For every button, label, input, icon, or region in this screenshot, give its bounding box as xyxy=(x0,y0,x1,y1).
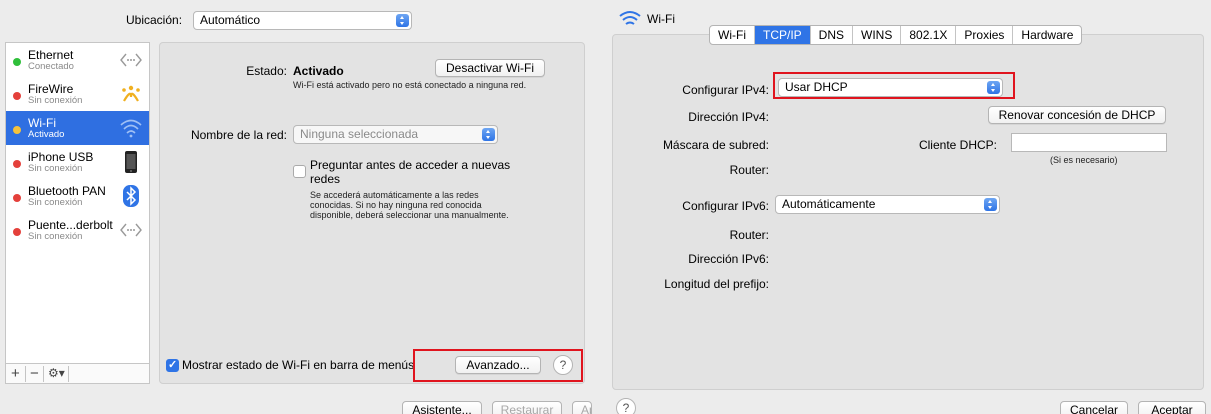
service-item-bluetooth-pan[interactable]: Bluetooth PAN Sin conexión xyxy=(6,179,149,213)
divider xyxy=(43,366,44,382)
divider xyxy=(25,366,26,382)
add-service-button[interactable]: + xyxy=(11,365,20,382)
service-name: Ethernet xyxy=(28,48,74,62)
bluetooth-icon xyxy=(119,184,143,208)
help-button[interactable]: ? xyxy=(553,355,573,375)
status-value: Activado xyxy=(293,64,344,78)
configure-ipv4-value: Usar DHCP xyxy=(785,80,848,94)
cancel-button[interactable]: Cancelar xyxy=(1060,401,1128,414)
router-ipv6-label: Router: xyxy=(729,228,769,242)
service-item-ethernet[interactable]: Ethernet Conectado xyxy=(6,43,149,77)
location-popup[interactable]: Automático xyxy=(193,11,412,30)
service-name: FireWire xyxy=(28,82,74,96)
tab-proxies[interactable]: Proxies xyxy=(956,26,1014,44)
tab-tcpip[interactable]: TCP/IP xyxy=(754,26,811,44)
ethernet-arrows-icon xyxy=(119,218,143,242)
location-label: Ubicación: xyxy=(126,13,183,27)
window-title: Wi-Fi xyxy=(647,12,675,26)
ask-networks-checkbox[interactable] xyxy=(293,165,306,178)
firewire-icon xyxy=(119,82,143,106)
gear-icon[interactable]: ⚙▾ xyxy=(48,366,65,380)
location-value: Automático xyxy=(200,13,261,27)
service-status: Sin conexión xyxy=(28,197,83,208)
advanced-button[interactable]: Avanzado... xyxy=(455,356,541,374)
network-name-label: Nombre de la red: xyxy=(190,128,287,142)
status-dot xyxy=(13,160,21,168)
service-name: Puente...derbolt xyxy=(28,218,113,232)
sidebar-toolbar: + − ⚙▾ xyxy=(6,363,149,383)
tab-wins[interactable]: WINS xyxy=(853,26,902,44)
configure-ipv6-value: Automáticamente xyxy=(782,197,876,211)
service-name: iPhone USB xyxy=(28,150,94,164)
divider xyxy=(68,366,69,382)
show-menu-label: Mostrar estado de Wi-Fi en barra de menú… xyxy=(182,358,415,372)
restore-button: Restaurar xyxy=(492,401,562,414)
service-status: Conectado xyxy=(28,61,74,72)
service-item-iphone-usb[interactable]: iPhone USB Sin conexión xyxy=(6,145,149,179)
wifi-icon xyxy=(618,10,642,31)
ethernet-arrows-icon xyxy=(119,48,143,72)
status-dot xyxy=(13,228,21,236)
network-name-popup[interactable]: Ninguna seleccionada xyxy=(293,125,498,144)
prefix-length-label: Longitud del prefijo: xyxy=(664,277,769,291)
status-label: Estado: xyxy=(246,64,287,78)
remove-service-button[interactable]: − xyxy=(30,365,39,382)
tab-8021x[interactable]: 802.1X xyxy=(901,26,957,44)
tab-hardware[interactable]: Hardware xyxy=(1013,26,1081,44)
dhcp-client-label: Cliente DHCP: xyxy=(918,138,997,152)
tab-bar: Wi-Fi TCP/IP DNS WINS 802.1X Proxies Har… xyxy=(709,25,1083,45)
configure-ipv6-label: Configurar IPv6: xyxy=(682,199,769,213)
popup-arrows-icon xyxy=(482,128,495,141)
configure-ipv6-popup[interactable]: Automáticamente xyxy=(775,195,1000,214)
service-item-wifi[interactable]: Wi-Fi Activado xyxy=(6,111,149,145)
iphone-icon xyxy=(119,150,143,174)
service-status: Sin conexión xyxy=(28,95,83,106)
dhcp-client-hint: (Si es necesario) xyxy=(1050,155,1118,165)
subnet-mask-label: Máscara de subred: xyxy=(662,138,769,152)
configure-ipv4-label: Configurar IPv4: xyxy=(682,83,769,97)
service-status: Activado xyxy=(28,129,65,140)
dhcp-client-field[interactable] xyxy=(1011,133,1167,152)
service-name: Wi-Fi xyxy=(28,116,56,130)
status-dot xyxy=(13,194,21,202)
service-status: Sin conexión xyxy=(28,163,83,174)
popup-arrows-icon xyxy=(984,198,997,211)
popup-arrows-icon xyxy=(396,14,409,27)
apply-button: Aplicar xyxy=(572,401,592,414)
configure-ipv4-popup[interactable]: Usar DHCP xyxy=(778,78,1003,97)
service-list: Ethernet Conectado FireWire Sin conexión… xyxy=(5,42,150,384)
help-button[interactable]: ? xyxy=(616,398,636,414)
ipv4-address-label: Dirección IPv4: xyxy=(688,110,769,124)
service-name: Bluetooth PAN xyxy=(28,184,106,198)
status-description: Wi-Fi está activado pero no está conecta… xyxy=(293,80,527,90)
ask-networks-label: Preguntar antes de acceder a nuevas rede… xyxy=(310,158,511,186)
tab-wifi[interactable]: Wi-Fi xyxy=(710,26,755,44)
assistant-button[interactable]: Asistente... xyxy=(402,401,482,414)
service-status: Sin conexión xyxy=(28,231,83,242)
popup-arrows-icon xyxy=(987,81,1000,94)
show-menu-checkbox[interactable] xyxy=(166,358,179,372)
status-dot xyxy=(13,126,21,134)
tab-dns[interactable]: DNS xyxy=(811,26,853,44)
network-name-value: Ninguna seleccionada xyxy=(300,127,419,141)
renew-dhcp-button[interactable]: Renovar concesión de DHCP xyxy=(988,106,1166,124)
wifi-icon xyxy=(119,116,143,140)
status-dot xyxy=(13,92,21,100)
status-dot xyxy=(13,58,21,66)
ipv6-address-label: Dirección IPv6: xyxy=(688,252,769,266)
ask-networks-description: Se accederá automáticamente a las redes … xyxy=(310,190,509,220)
router-label: Router: xyxy=(729,163,769,177)
service-item-firewire[interactable]: FireWire Sin conexión xyxy=(6,77,149,111)
ok-button[interactable]: Aceptar xyxy=(1138,401,1206,414)
deactivate-wifi-button[interactable]: Desactivar Wi-Fi xyxy=(435,59,545,77)
service-item-thunderbolt-bridge[interactable]: Puente...derbolt Sin conexión xyxy=(6,213,149,247)
